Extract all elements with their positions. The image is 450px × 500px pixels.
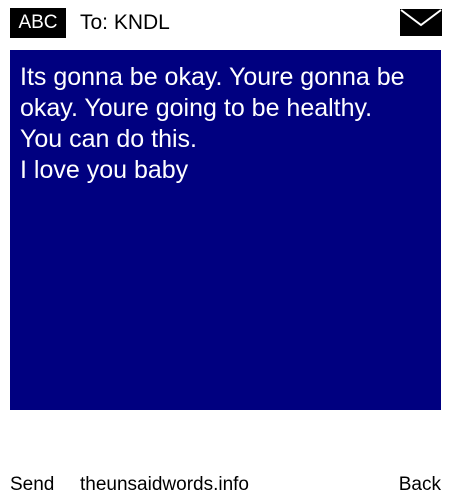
- envelope-icon: [400, 9, 442, 36]
- softkey-bar: Send theunsaidwords.info Back: [0, 470, 450, 500]
- back-softkey[interactable]: Back: [399, 474, 441, 496]
- message-line: okay. Youre going to be healthy.: [20, 94, 373, 122]
- send-softkey[interactable]: Send: [10, 474, 54, 496]
- message-textarea[interactable]: Its gonna be okay. Youre gonna be okay. …: [10, 50, 441, 410]
- message-line: You can do this.: [20, 125, 197, 153]
- recipient-field[interactable]: To: KNDL: [80, 10, 170, 36]
- message-line: Its gonna be okay. Youre gonna be: [20, 63, 405, 91]
- phone-header: ABC To: KNDL: [0, 0, 450, 48]
- message-line: I love you baby: [20, 156, 189, 184]
- site-watermark: theunsaidwords.info: [80, 474, 249, 495]
- input-mode-badge[interactable]: ABC: [10, 8, 66, 38]
